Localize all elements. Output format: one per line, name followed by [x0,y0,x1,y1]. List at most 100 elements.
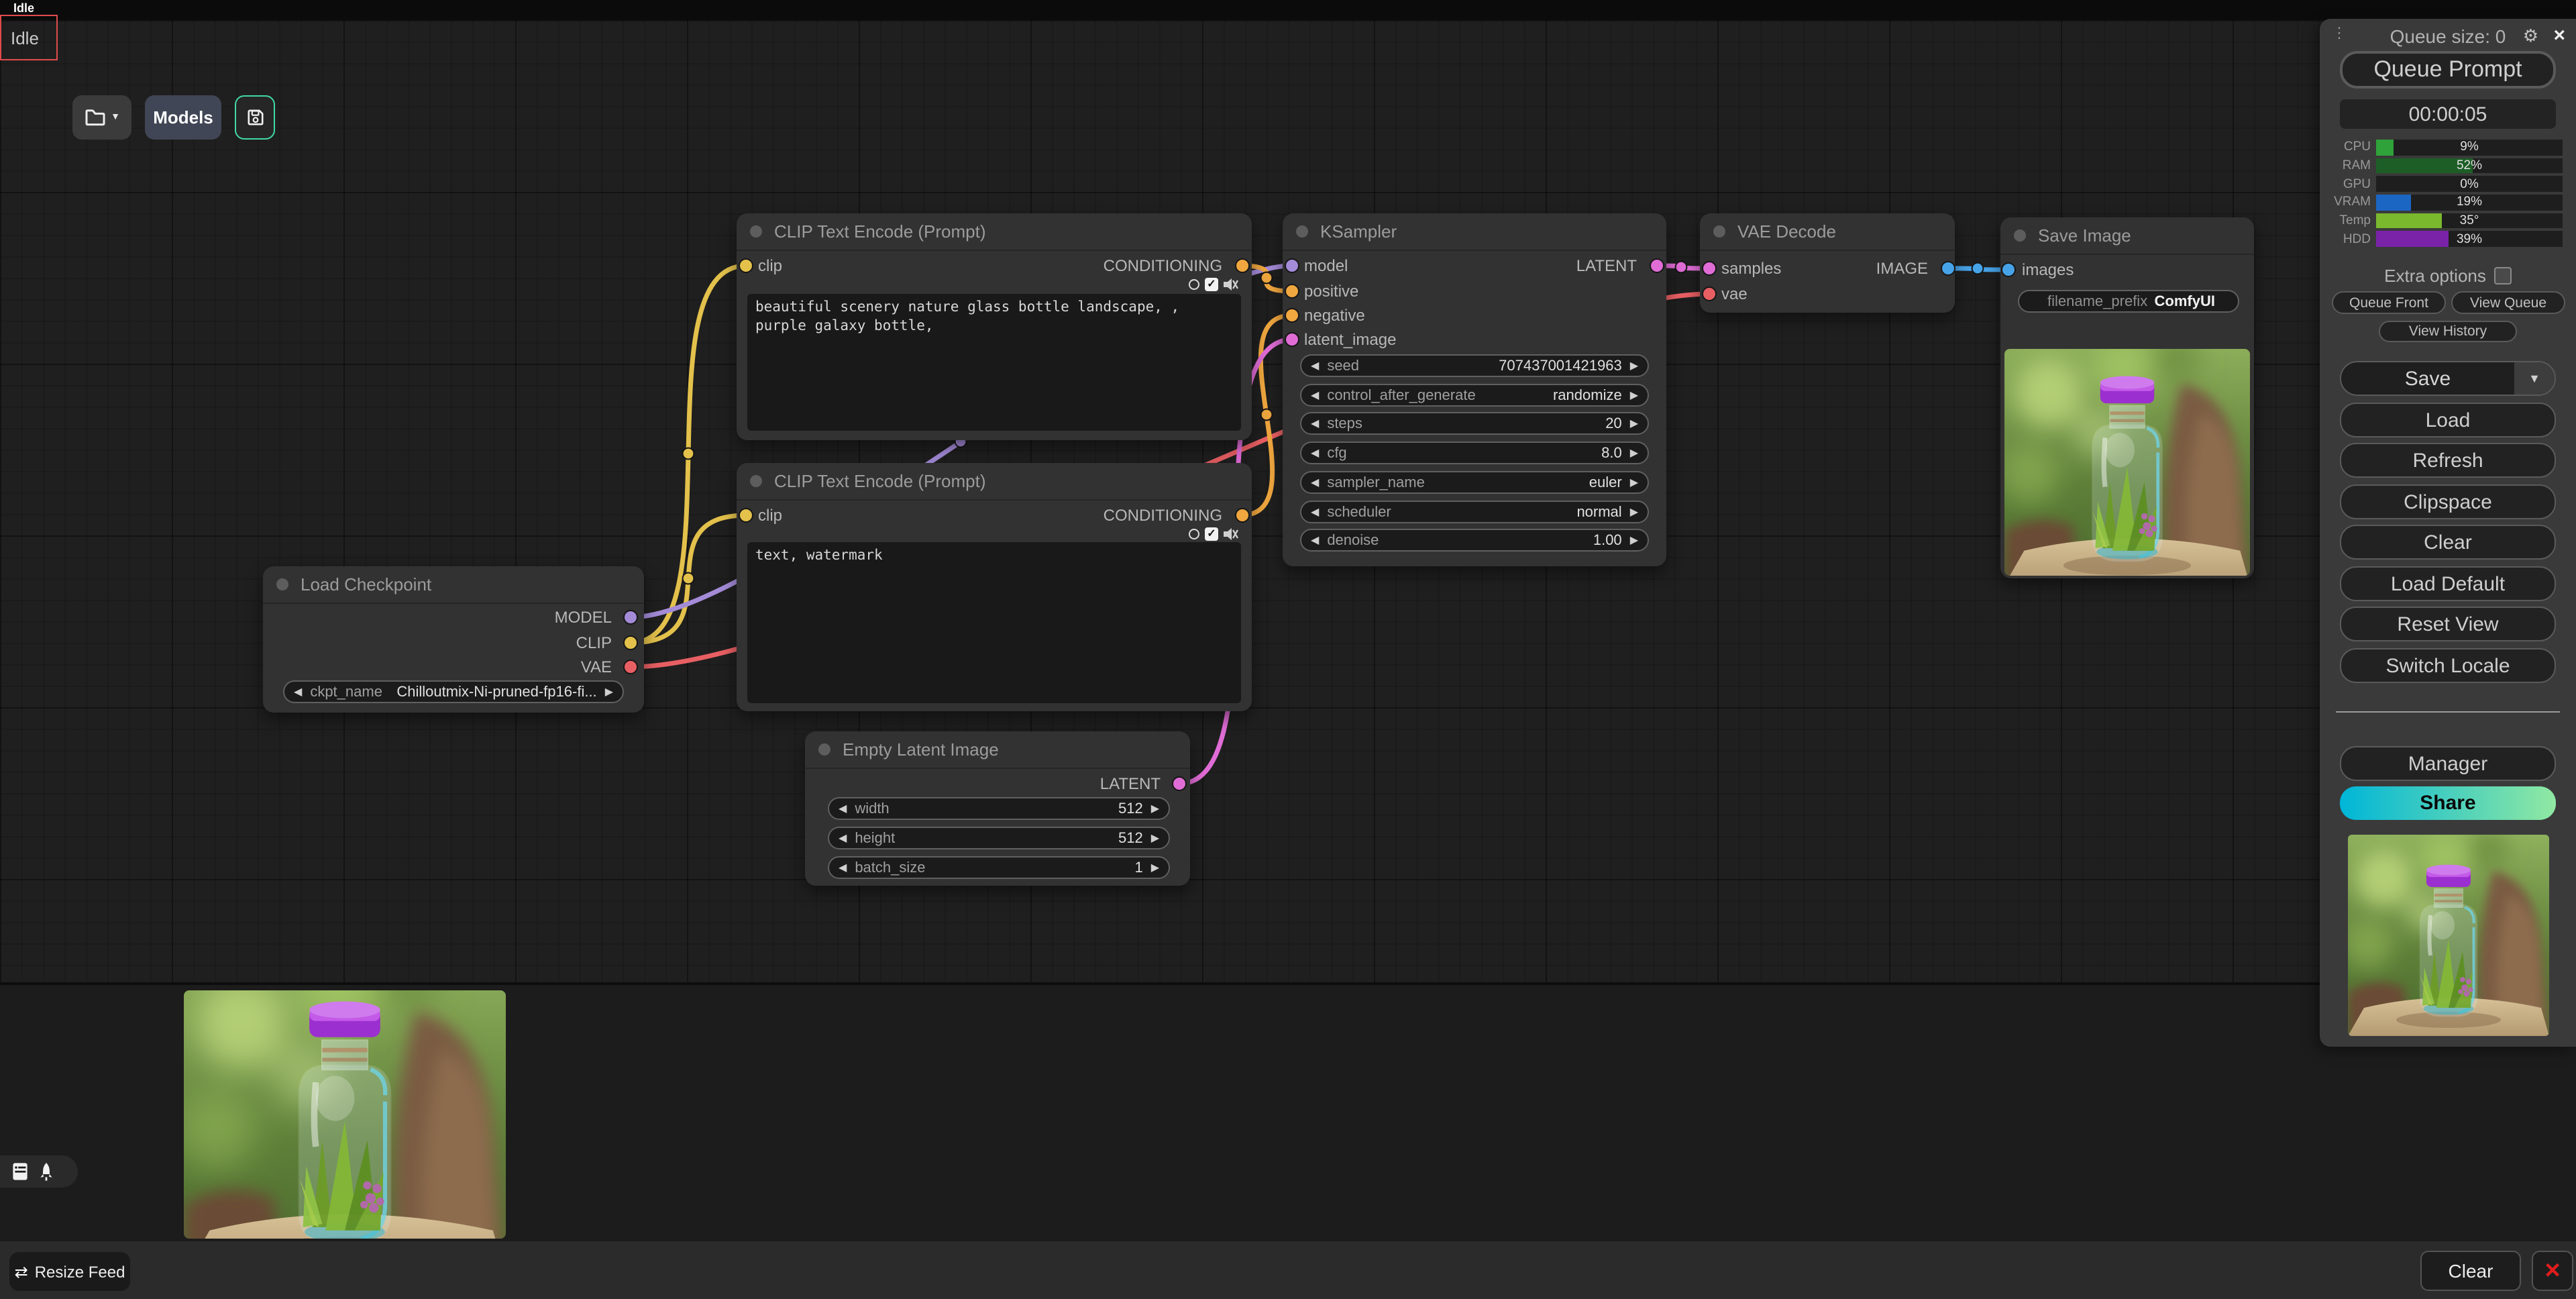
radio-icon[interactable] [1189,279,1199,290]
decrement-icon[interactable]: ◀ [1311,535,1319,545]
input-port-clip[interactable] [739,508,753,523]
input-port-positive[interactable] [1285,284,1299,299]
view-queue-button[interactable]: View Queue [2451,291,2565,314]
generated-image-preview[interactable] [2004,349,2250,576]
widget-ckpt-name[interactable]: ◀ ckpt_name Chilloutmix-Ni-pruned-fp16-f… [283,680,624,703]
extra-options-checkbox[interactable] [2494,267,2512,284]
load-button[interactable]: Load [2340,403,2556,437]
increment-icon[interactable]: ▶ [1151,862,1159,873]
node-empty-latent-title[interactable]: Empty Latent Image [805,731,1190,769]
rocket-icon[interactable] [39,1161,54,1182]
close-feed-button[interactable]: × [2532,1251,2573,1291]
widget-steps[interactable]: ◀ steps 20 ▶ [1300,412,1649,435]
node-clip-negative-title[interactable]: CLIP Text Encode (Prompt) [737,463,1252,501]
node-clip-positive-title[interactable]: CLIP Text Encode (Prompt) [737,213,1252,251]
radio-icon[interactable] [1189,529,1199,539]
decrement-icon[interactable]: ◀ [1311,418,1319,429]
increment-icon[interactable]: ▶ [1630,390,1638,401]
widget-sampler-name[interactable]: ◀ sampler_name euler ▶ [1300,471,1649,494]
notes-icon[interactable] [12,1162,28,1181]
node-ksampler[interactable]: KSampler model positive negative latent_… [1283,213,1666,566]
increment-icon[interactable]: ▶ [1151,833,1159,843]
node-load-checkpoint[interactable]: Load Checkpoint MODEL CLIP VAE ◀ ckpt_na… [263,566,644,713]
resize-feed-button[interactable]: ⇄ Resize Feed [9,1252,130,1291]
node-vae-decode[interactable]: VAE Decode samples vae IMAGE [1700,213,1955,313]
prompt-textarea-positive[interactable]: beautiful scenery nature glass bottle la… [747,294,1241,431]
output-port-clip[interactable] [623,635,638,650]
decrement-icon[interactable]: ◀ [1311,390,1319,401]
checkbox-icon[interactable]: ✓ [1205,278,1218,291]
node-save-image-title[interactable]: Save Image [2000,217,2254,255]
clear-workflow-button[interactable]: Clear [2340,525,2556,560]
clipspace-button[interactable]: Clipspace [2340,484,2556,519]
queue-prompt-button[interactable]: Queue Prompt [2340,51,2556,89]
output-port-conditioning[interactable] [1235,508,1250,523]
increment-icon[interactable]: ▶ [1630,418,1638,429]
node-clip-text-encode-positive[interactable]: CLIP Text Encode (Prompt) clip CONDITION… [737,213,1252,440]
widget-seed[interactable]: ◀ seed 707437001421963 ▶ [1300,354,1649,377]
widget-width[interactable]: ◀ width 512 ▶ [828,797,1170,820]
checkbox-icon[interactable]: ✓ [1205,527,1218,541]
increment-icon[interactable]: ▶ [1151,803,1159,814]
widget-filename-prefix[interactable]: filename_prefix ComfyUI [2018,290,2239,313]
models-button[interactable]: Models [145,95,221,140]
load-default-button[interactable]: Load Default [2340,566,2556,601]
input-port-clip[interactable] [739,258,753,273]
output-port-latent[interactable] [1650,258,1664,273]
save-dropdown-button[interactable]: ▼ [2514,362,2555,395]
increment-icon[interactable]: ▶ [605,686,613,697]
output-port-vae[interactable] [623,660,638,674]
widget-scheduler[interactable]: ◀ scheduler normal ▶ [1300,501,1649,523]
widget-batch-size[interactable]: ◀ batch_size 1 ▶ [828,856,1170,879]
output-port-conditioning[interactable] [1235,258,1250,273]
save-workflow-button[interactable] [235,95,275,140]
decrement-icon[interactable]: ◀ [294,686,302,697]
close-panel-icon[interactable]: × [2553,24,2565,47]
widget-control-after-generate[interactable]: ◀ control_after_generate randomize ▶ [1300,384,1649,407]
increment-icon[interactable]: ▶ [1630,360,1638,371]
increment-icon[interactable]: ▶ [1630,448,1638,458]
decrement-icon[interactable]: ◀ [1311,507,1319,517]
increment-icon[interactable]: ▶ [1630,507,1638,517]
input-port-negative[interactable] [1285,308,1299,323]
share-button[interactable]: Share [2340,786,2556,820]
node-load-checkpoint-title[interactable]: Load Checkpoint [263,566,644,604]
mute-speaker-icon[interactable] [1224,278,1238,291]
queue-front-button[interactable]: Queue Front [2332,291,2446,314]
mute-speaker-icon[interactable] [1224,527,1238,541]
last-generated-preview[interactable] [2348,835,2549,1036]
decrement-icon[interactable]: ◀ [1311,360,1319,371]
widget-denoise[interactable]: ◀ denoise 1.00 ▶ [1300,529,1649,552]
save-button[interactable]: Save [2341,362,2514,395]
open-workflow-button[interactable]: ▼ [72,95,131,140]
prompt-textarea-negative[interactable]: text, watermark [747,542,1241,703]
increment-icon[interactable]: ▶ [1630,535,1638,545]
increment-icon[interactable]: ▶ [1630,477,1638,488]
input-port-samples[interactable] [1702,261,1717,276]
save-split-button[interactable]: Save ▼ [2340,361,2556,396]
switch-locale-button[interactable]: Switch Locale [2340,648,2556,683]
manager-button[interactable]: Manager [2340,746,2556,781]
widget-height[interactable]: ◀ height 512 ▶ [828,827,1170,849]
feed-image-thumbnail[interactable] [184,990,506,1239]
output-port-model[interactable] [623,610,638,625]
input-port-images[interactable] [2001,262,2016,277]
decrement-icon[interactable]: ◀ [839,833,847,843]
refresh-button[interactable]: Refresh [2340,443,2556,478]
settings-gear-icon[interactable]: ⚙ [2523,25,2538,47]
node-empty-latent-image[interactable]: Empty Latent Image LATENT ◀ width 512 ▶ … [805,731,1190,886]
output-port-image[interactable] [1941,261,1955,276]
decrement-icon[interactable]: ◀ [839,803,847,814]
input-port-latent-image[interactable] [1285,332,1299,347]
widget-cfg[interactable]: ◀ cfg 8.0 ▶ [1300,441,1649,464]
decrement-icon[interactable]: ◀ [839,862,847,873]
node-ksampler-title[interactable]: KSampler [1283,213,1666,251]
node-vae-decode-title[interactable]: VAE Decode [1700,213,1955,251]
decrement-icon[interactable]: ◀ [1311,477,1319,488]
node-clip-text-encode-negative[interactable]: CLIP Text Encode (Prompt) clip CONDITION… [737,463,1252,711]
view-history-button[interactable]: View History [2379,321,2517,342]
input-port-vae[interactable] [1702,287,1717,301]
input-port-model[interactable] [1285,258,1299,273]
clear-feed-button[interactable]: Clear [2420,1251,2521,1291]
output-port-latent[interactable] [1172,776,1187,791]
